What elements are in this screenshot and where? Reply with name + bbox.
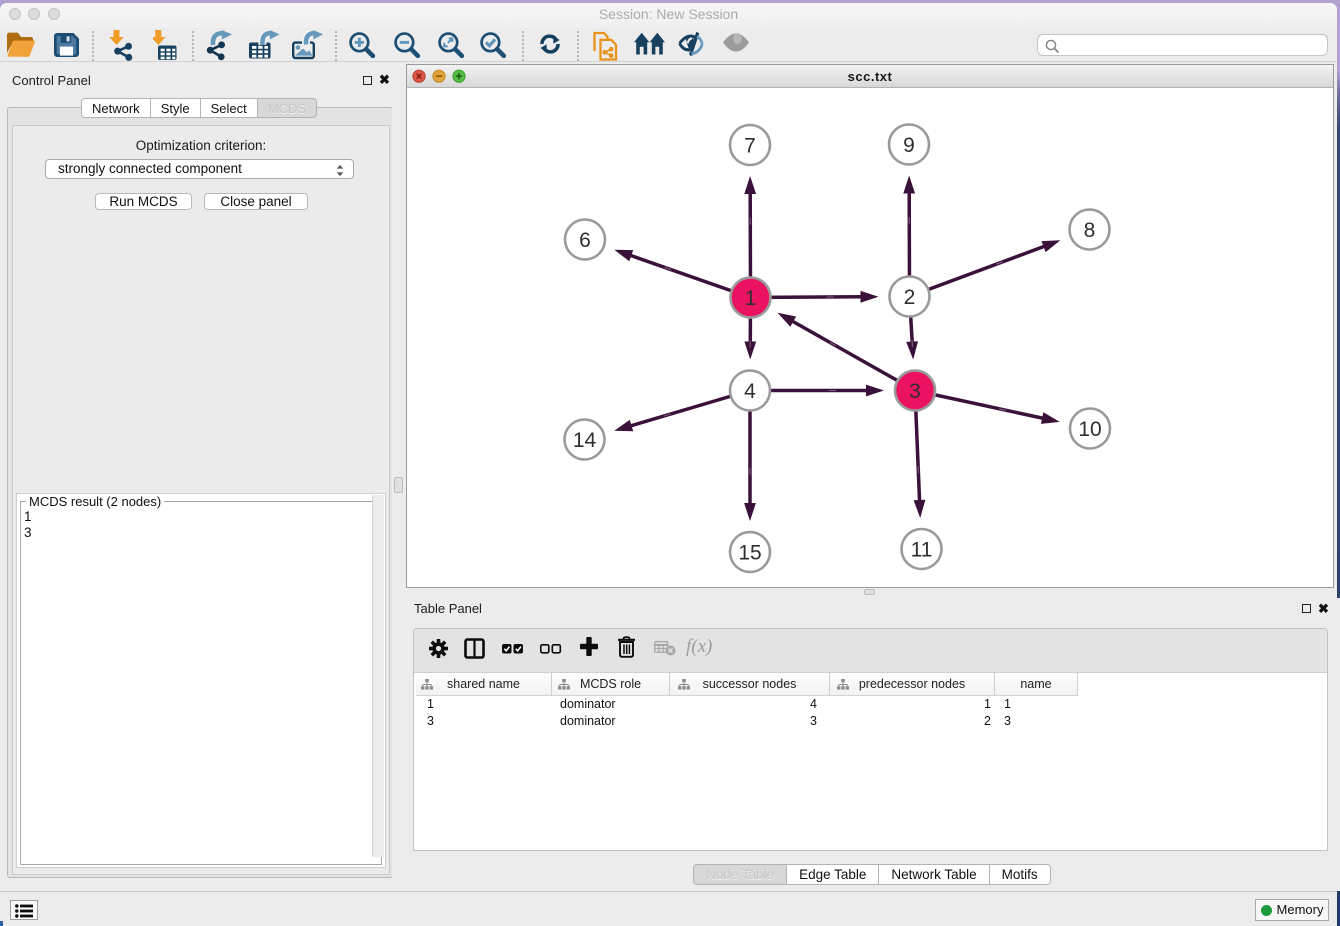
svg-text:11: 11	[911, 539, 933, 562]
svg-text:10: 10	[1078, 418, 1101, 441]
svg-text:9: 9	[903, 134, 915, 157]
svg-text:2: 2	[904, 286, 916, 309]
svg-text:8: 8	[1084, 219, 1096, 242]
svg-text:1: 1	[745, 287, 757, 310]
svg-text:7: 7	[744, 135, 756, 158]
svg-text:14: 14	[573, 429, 597, 452]
svg-text:4: 4	[744, 380, 756, 403]
svg-text:15: 15	[738, 542, 761, 565]
svg-text:6: 6	[579, 229, 591, 252]
svg-text:3: 3	[909, 380, 921, 403]
